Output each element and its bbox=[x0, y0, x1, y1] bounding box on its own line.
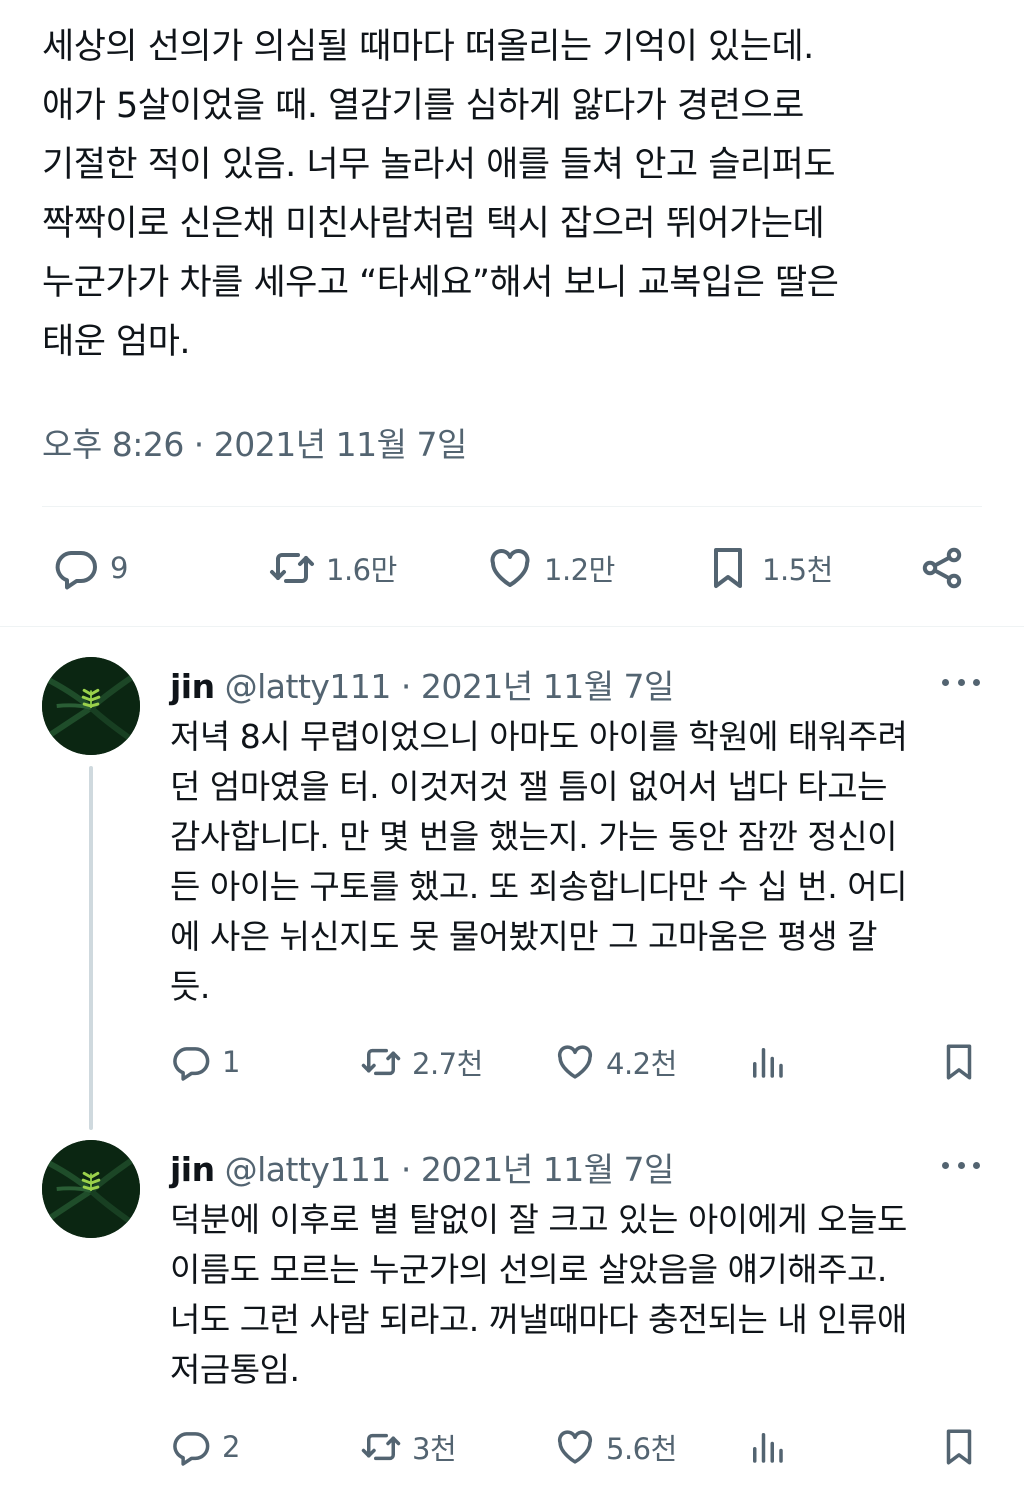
divider bbox=[0, 626, 1024, 627]
reply-button[interactable]: 1 bbox=[170, 1037, 240, 1087]
heart-icon bbox=[557, 1430, 593, 1464]
heart-icon bbox=[490, 549, 530, 587]
reply-count: 9 bbox=[110, 551, 128, 585]
tweet-text-line: 태운 엄마. bbox=[42, 322, 191, 362]
reply-button[interactable]: 2 bbox=[170, 1422, 240, 1472]
bookmark-icon bbox=[714, 548, 742, 588]
bookmark-icon bbox=[946, 1044, 972, 1080]
reply-count: 2 bbox=[222, 1430, 240, 1464]
reply-text: 덕분에 이후로 별 탈없이 잘 크고 있는 아이에게 오늘도 이름도 모르는 누… bbox=[170, 1195, 990, 1395]
reply-text-line: 덕분에 이후로 별 탈없이 잘 크고 있는 아이에게 오늘도 bbox=[170, 1200, 907, 1239]
reply-icon bbox=[173, 1047, 210, 1081]
retweet-button[interactable]: 1.6만 bbox=[268, 538, 397, 598]
author-meta[interactable]: @latty111 · 2021년 11월 7일 bbox=[225, 667, 675, 706]
reply-text-line: 듯. bbox=[170, 967, 210, 1006]
bookmark-button[interactable]: 1.5천 bbox=[704, 538, 833, 598]
heart-icon bbox=[557, 1045, 593, 1079]
tweet-text-line: 애가 5살이었을 때. 열감기를 심하게 앓다가 경련으로 bbox=[42, 86, 804, 126]
avatar-image bbox=[42, 657, 140, 755]
reply-text-line: 저녁 8시 무렵이었으니 아마도 아이를 학원에 태워주려 bbox=[170, 717, 908, 756]
tweet-text-line: 세상의 선의가 의심될 때마다 떠올리는 기억이 있는데. bbox=[42, 27, 814, 67]
more-options-icon[interactable] bbox=[942, 672, 980, 692]
bookmark-icon bbox=[946, 1429, 972, 1465]
views-button[interactable] bbox=[746, 1422, 788, 1472]
reply-header: jin @latty111 · 2021년 11월 7일 bbox=[170, 660, 674, 708]
reply-icon bbox=[173, 1432, 210, 1466]
more-options-icon[interactable] bbox=[942, 1155, 980, 1175]
retweet-icon bbox=[361, 1048, 401, 1076]
bar-chart-icon bbox=[753, 1048, 783, 1078]
like-count: 4.2천 bbox=[606, 1047, 677, 1081]
avatar-image bbox=[42, 1140, 140, 1238]
tweet-text: 세상의 선의가 의심될 때마다 떠올리는 기억이 있는데. 애가 5살이었을 때… bbox=[42, 18, 992, 372]
author-name[interactable]: jin bbox=[170, 1150, 215, 1189]
reply-button[interactable]: 9 bbox=[52, 538, 128, 598]
like-count: 5.6천 bbox=[606, 1432, 677, 1466]
reply-text-line: 감사합니다. 만 몇 번을 했는지. 가는 동안 잠깐 정신이 bbox=[170, 817, 897, 856]
bookmark-button[interactable] bbox=[938, 1037, 980, 1087]
reply-header: jin @latty111 · 2021년 11월 7일 bbox=[170, 1143, 674, 1191]
tweet-text-line: 누군가가 차를 세우고 “타세요”해서 보니 교복입은 딸은 bbox=[42, 263, 839, 303]
reply-action-bar: 1 2.7천 4.2천 bbox=[170, 1037, 980, 1087]
like-button[interactable]: 5.6천 bbox=[554, 1422, 677, 1472]
reply-text: 저녁 8시 무렵이었으니 아마도 아이를 학원에 태워주려 던 엄마였을 터. … bbox=[170, 712, 990, 1012]
reply-text-line: 에 사은 뉘신지도 못 물어봤지만 그 고마움은 평생 갈 bbox=[170, 917, 877, 956]
retweet-count: 3천 bbox=[412, 1432, 457, 1466]
retweet-count: 1.6만 bbox=[326, 553, 397, 587]
reply-action-bar: 2 3천 5.6천 bbox=[170, 1422, 980, 1472]
retweet-count: 2.7천 bbox=[412, 1047, 483, 1081]
like-button[interactable]: 4.2천 bbox=[554, 1037, 677, 1087]
reply-text-line: 던 엄마였을 터. 이것저것 잴 틈이 없어서 냅다 타고는 bbox=[170, 767, 887, 806]
author-meta[interactable]: @latty111 · 2021년 11월 7일 bbox=[225, 1150, 675, 1189]
like-count: 1.2만 bbox=[544, 553, 615, 587]
bookmark-count: 1.5천 bbox=[762, 553, 833, 587]
retweet-icon bbox=[270, 553, 314, 583]
views-button[interactable] bbox=[746, 1037, 788, 1087]
avatar[interactable] bbox=[42, 657, 140, 755]
tweet-text-line: 기절한 적이 있음. 너무 놀라서 애를 들쳐 안고 슬리퍼도 bbox=[42, 145, 836, 185]
thread-line bbox=[89, 766, 93, 1130]
retweet-button[interactable]: 2.7천 bbox=[360, 1037, 483, 1087]
divider bbox=[42, 506, 982, 507]
tweet-timestamp[interactable]: 오후 8:26 · 2021년 11월 7일 bbox=[42, 418, 467, 466]
bookmark-button[interactable] bbox=[938, 1422, 980, 1472]
share-icon bbox=[922, 547, 962, 589]
like-button[interactable]: 1.2만 bbox=[486, 538, 615, 598]
tweet-text-line: 짝짝이로 신은채 미친사람처럼 택시 잡으러 뛰어가는데 bbox=[42, 204, 825, 244]
bar-chart-icon bbox=[753, 1433, 783, 1463]
reply-text-line: 이름도 모르는 누군가의 선의로 살았음을 얘기해주고. bbox=[170, 1250, 887, 1289]
reply-text-line: 저금통임. bbox=[170, 1350, 300, 1389]
author-name[interactable]: jin bbox=[170, 667, 215, 706]
retweet-button[interactable]: 3천 bbox=[360, 1422, 457, 1472]
reply-text-line: 든 아이는 구토를 했고. 또 죄송합니다만 수 십 번. 어디 bbox=[170, 867, 907, 906]
reply-count: 1 bbox=[222, 1045, 240, 1079]
tweet-action-bar: 9 1.6만 1.2만 1.5천 bbox=[42, 538, 982, 598]
share-button[interactable] bbox=[918, 538, 966, 598]
retweet-icon bbox=[361, 1433, 401, 1461]
reply-text-line: 너도 그런 사람 되라고. 꺼낼때마다 충전되는 내 인류애 bbox=[170, 1300, 907, 1339]
reply-icon bbox=[55, 551, 97, 590]
avatar[interactable] bbox=[42, 1140, 140, 1238]
